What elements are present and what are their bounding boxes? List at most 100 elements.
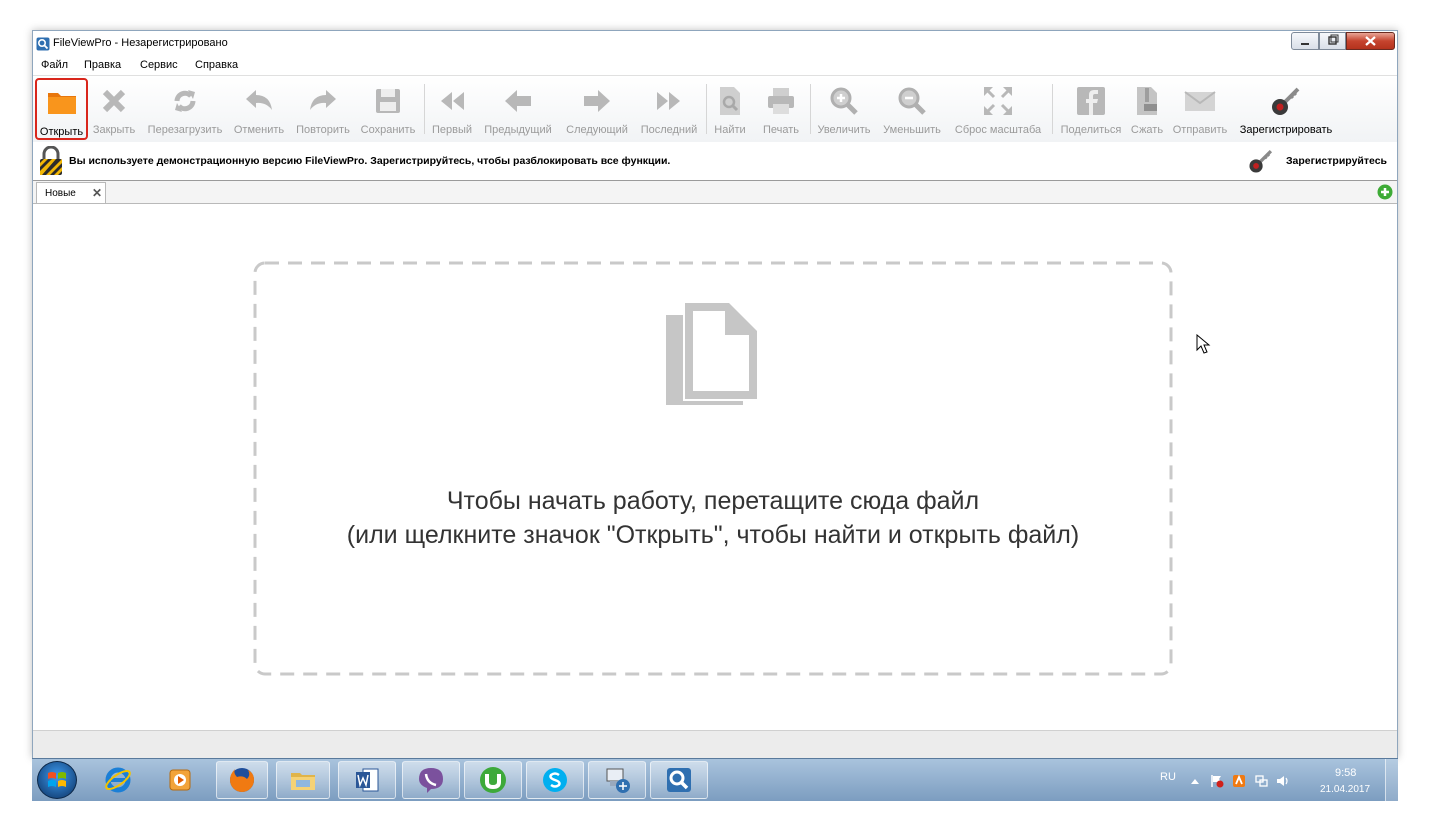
utorrent-icon (480, 767, 506, 793)
folder-icon (47, 93, 76, 114)
redo-button[interactable]: Повторить (291, 78, 355, 140)
antivirus-icon[interactable] (1232, 774, 1246, 788)
taskbar-fileviewpro[interactable] (650, 761, 708, 799)
save-icon (376, 89, 400, 113)
drop-instruction-line2: (или щелкните значок "Открыть", чтобы на… (346, 521, 1080, 549)
mouse-cursor-icon (1196, 334, 1211, 354)
fit-screen-icon (983, 86, 1013, 116)
reload-button[interactable]: Перезагрузить (143, 78, 227, 140)
menu-service[interactable]: Сервис (140, 59, 178, 71)
taskbar-media-player[interactable] (156, 761, 204, 799)
print-button[interactable]: Печать (757, 78, 805, 140)
zoom-in-button[interactable]: Увеличить (814, 78, 874, 140)
find-button[interactable]: Найти (710, 78, 750, 140)
zoom-reset-button[interactable]: Сброс масштаба (949, 78, 1047, 140)
menu-help[interactable]: Справка (195, 59, 238, 71)
show-hidden-icons-icon[interactable] (1188, 774, 1202, 788)
viewer-area[interactable]: Чтобы начать работу, перетащите сюда фай… (33, 204, 1397, 730)
firefox-icon (230, 768, 254, 792)
menu-edit[interactable]: Правка (84, 59, 121, 71)
toolbar-separator (810, 84, 811, 134)
network-tool-icon (606, 768, 630, 793)
tab-close-icon[interactable]: ✕ (92, 186, 102, 200)
drop-zone[interactable]: Чтобы начать работу, перетащите сюда фай… (253, 261, 1173, 676)
close-file-button[interactable]: Закрыть (90, 78, 138, 140)
redo-icon (310, 90, 336, 110)
toolbar-separator (706, 84, 707, 134)
tab-bar: Новые ✕ (33, 181, 1397, 204)
show-desktop-button[interactable] (1385, 759, 1398, 801)
skype-icon (543, 768, 567, 792)
ie-icon (105, 767, 131, 793)
register-key-icon[interactable] (1247, 147, 1275, 175)
app-window: FileViewPro - Незарегистрировано Файл Пр… (32, 30, 1398, 759)
clock-date[interactable]: 21.04.2017 (1320, 784, 1370, 795)
lock-icon (40, 146, 62, 175)
toolbar-separator (1052, 84, 1053, 134)
first-page-button[interactable]: Первый (429, 78, 475, 140)
taskbar-firefox[interactable] (216, 761, 268, 799)
undo-button[interactable]: Отменить (230, 78, 288, 140)
fileviewpro-icon (667, 768, 691, 792)
tab-new[interactable]: Новые ✕ (36, 182, 106, 203)
start-button[interactable] (37, 761, 77, 799)
drop-instruction-line1: Чтобы начать работу, перетащите сюда фай… (446, 487, 980, 515)
close-window-button[interactable] (1346, 32, 1395, 50)
documents-icon (666, 303, 757, 405)
explorer-icon (291, 773, 315, 790)
viber-icon (419, 768, 443, 793)
zoom-out-icon (898, 87, 926, 115)
menu-file[interactable]: Файл (41, 59, 68, 71)
register-link[interactable]: Зарегистрируйтесь (1286, 155, 1387, 167)
taskbar-utorrent[interactable] (464, 761, 522, 799)
last-page-button[interactable]: Последний (636, 78, 702, 140)
language-indicator[interactable]: RU (1160, 771, 1176, 783)
media-player-icon (169, 769, 191, 791)
demo-notice-text: Вы используете демонстрационную версию F… (69, 155, 671, 167)
window-title: FileViewPro - Незарегистрировано (53, 37, 228, 49)
taskbar-explorer[interactable] (276, 761, 330, 799)
compress-button[interactable]: Сжать (1129, 78, 1165, 140)
first-icon (441, 92, 464, 110)
maximize-button[interactable] (1319, 32, 1346, 50)
arrow-left-icon (505, 90, 531, 112)
action-center-flag-icon[interactable] (1210, 774, 1224, 788)
previous-page-button[interactable]: Предыдущий (479, 78, 557, 140)
next-page-button[interactable]: Следующий (561, 78, 633, 140)
toolbar: Открыть Закрыть Перезагрузить Отменить П… (33, 75, 1397, 143)
network-icon[interactable] (1254, 774, 1268, 788)
last-icon (657, 92, 680, 110)
send-button[interactable]: Отправить (1169, 78, 1231, 140)
status-bar (33, 730, 1397, 759)
taskbar-network-tool[interactable] (588, 761, 646, 799)
arrow-right-icon (584, 90, 610, 112)
reload-icon (174, 90, 196, 112)
undo-icon (246, 90, 272, 110)
key-icon (1272, 87, 1300, 115)
minimize-button[interactable] (1291, 32, 1319, 50)
close-icon (102, 89, 126, 113)
register-button[interactable]: Зарегистрировать (1234, 78, 1338, 140)
volume-icon[interactable] (1276, 774, 1290, 788)
taskbar-ie[interactable] (94, 761, 142, 799)
title-bar[interactable]: FileViewPro - Незарегистрировано (33, 31, 1397, 55)
save-button[interactable]: Сохранить (357, 78, 419, 140)
windows-logo-icon (48, 772, 66, 787)
menu-bar: Файл Правка Сервис Справка (33, 55, 1397, 75)
toolbar-separator (424, 84, 425, 134)
tab-label: Новые (45, 188, 76, 199)
share-button[interactable]: Поделиться (1056, 78, 1126, 140)
open-button[interactable]: Открыть (35, 78, 88, 140)
demo-notice-bar: Вы используете демонстрационную версию F… (33, 142, 1397, 181)
facebook-icon (1077, 87, 1105, 115)
printer-icon (768, 88, 794, 114)
clock-time[interactable]: 9:58 (1335, 767, 1356, 779)
add-tab-icon[interactable] (1377, 184, 1393, 200)
zoom-out-button[interactable]: Уменьшить (878, 78, 946, 140)
fileviewpro-logo-icon (36, 37, 50, 51)
taskbar-skype[interactable] (526, 761, 584, 799)
taskbar-word[interactable] (338, 761, 396, 799)
taskbar-viber[interactable] (402, 761, 460, 799)
word-icon (356, 768, 379, 792)
envelope-icon (1184, 91, 1216, 111)
